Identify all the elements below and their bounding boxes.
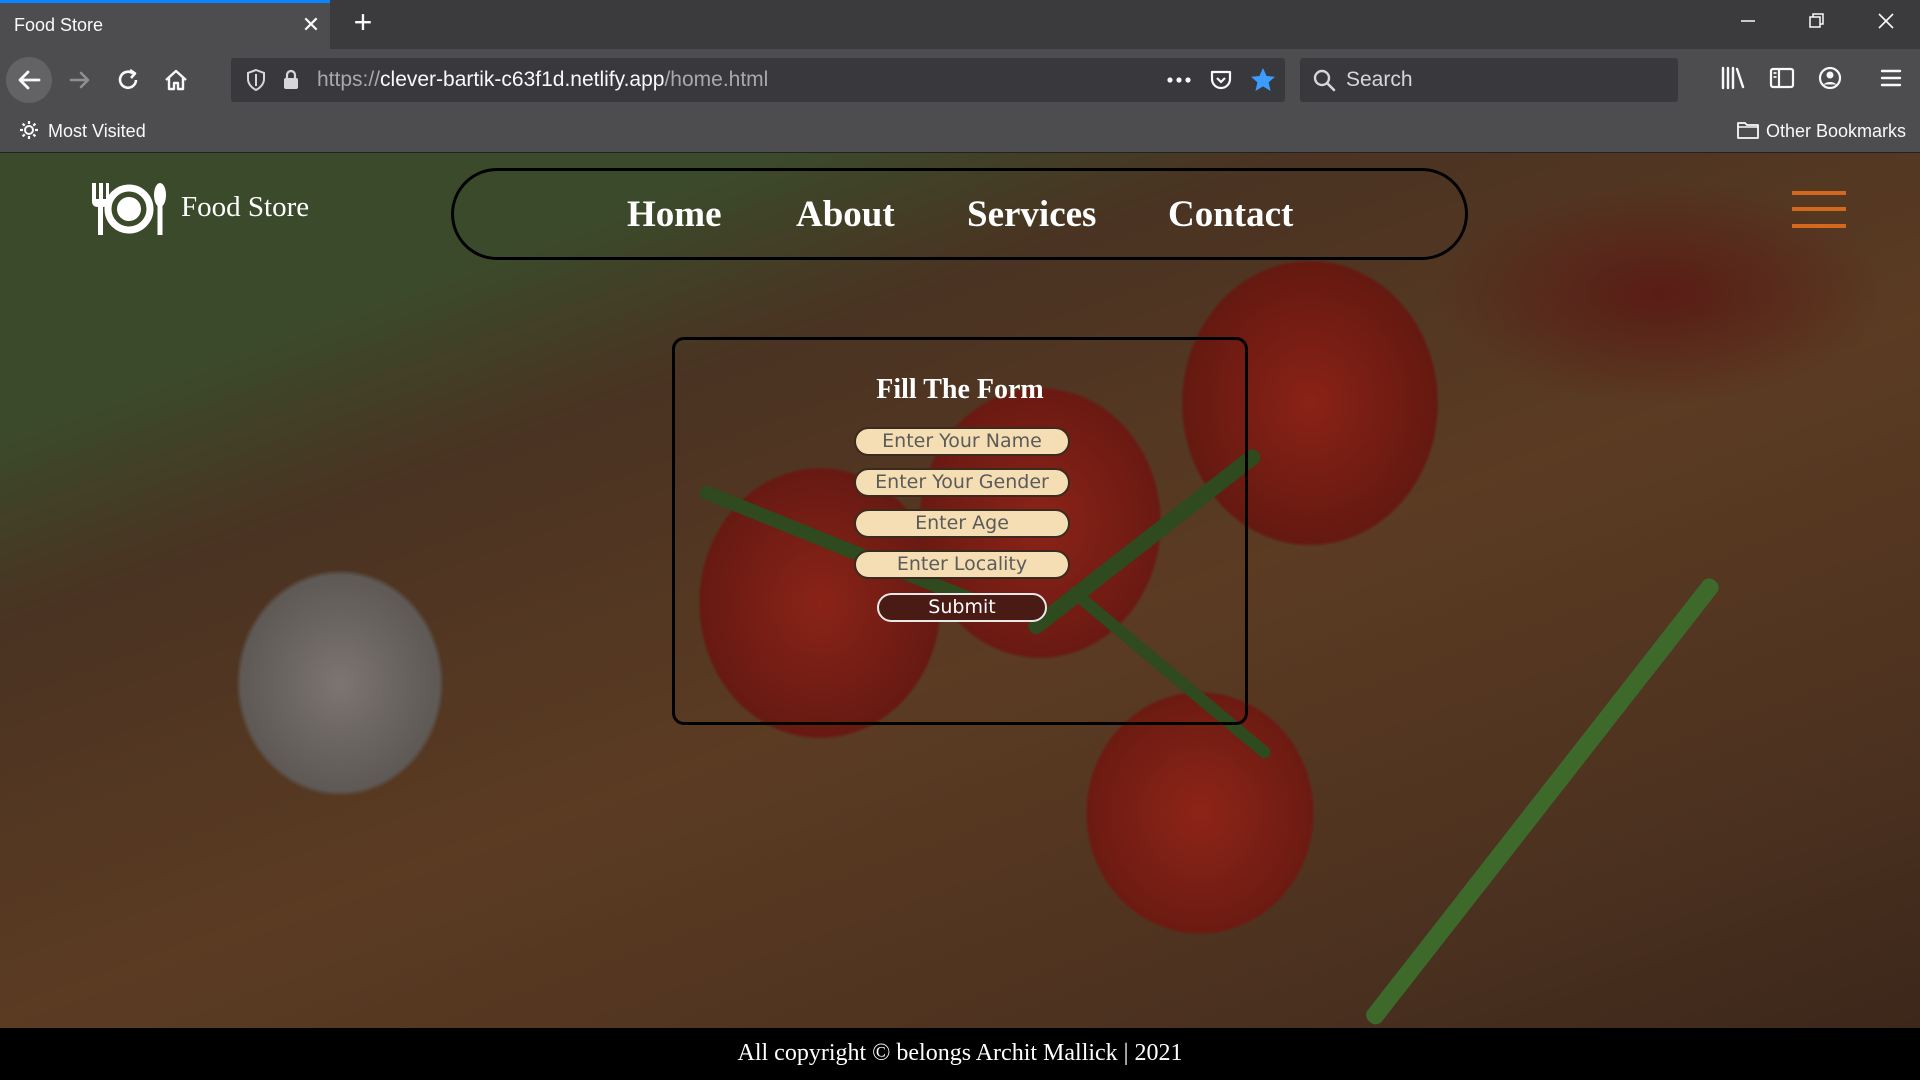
reload-icon[interactable]: [109, 61, 147, 99]
submit-button[interactable]: Submit: [877, 593, 1047, 622]
plate-cutlery-logo-icon: [92, 183, 166, 235]
close-window-icon[interactable]: [1856, 0, 1916, 49]
nav-services[interactable]: Services: [967, 193, 1096, 236]
bookmark-most-visited[interactable]: Most Visited: [18, 119, 146, 142]
bookmark-most-visited-label: Most Visited: [48, 121, 146, 141]
account-icon[interactable]: [1811, 61, 1849, 99]
gear-icon: [20, 121, 38, 139]
age-input[interactable]: Enter Age: [854, 509, 1070, 538]
lock-icon[interactable]: [281, 68, 301, 92]
library-icon[interactable]: [1714, 61, 1752, 99]
more-actions-icon[interactable]: [1165, 70, 1193, 90]
nav-home[interactable]: Home: [627, 193, 722, 236]
brand-name[interactable]: Food Store: [181, 191, 309, 224]
search-input[interactable]: Search: [1300, 58, 1678, 102]
gender-input[interactable]: Enter Your Gender: [854, 468, 1070, 497]
browser-toolbar: https://clever-bartik-c63f1d.netlify.app…: [0, 49, 1920, 111]
sidebar-icon[interactable]: [1763, 61, 1801, 99]
tab-title: Food Store: [14, 15, 104, 35]
url-bar[interactable]: https://clever-bartik-c63f1d.netlify.app…: [231, 58, 1285, 102]
home-icon[interactable]: [157, 61, 195, 99]
name-input[interactable]: Enter Your Name: [854, 427, 1070, 456]
back-button[interactable]: [6, 57, 52, 103]
contact-form: Fill The Form Enter Your Name Enter Your…: [672, 337, 1248, 725]
tab-close-icon[interactable]: ✕: [296, 11, 326, 41]
minimize-icon[interactable]: [1718, 0, 1778, 49]
browser-tab-bar: Food Store ✕ +: [0, 0, 1920, 49]
pocket-icon[interactable]: [1208, 67, 1234, 93]
copyright-text: All copyright © belongs Archit Mallick |…: [737, 1040, 1183, 1066]
nav-contact[interactable]: Contact: [1168, 193, 1293, 236]
restore-icon[interactable]: [1786, 0, 1846, 49]
bookmark-star-icon[interactable]: [1248, 65, 1278, 95]
bookmark-other[interactable]: Other Bookmarks: [1736, 119, 1906, 142]
back-arrow-icon: [18, 70, 41, 90]
search-icon: [1313, 69, 1336, 92]
main-nav: Home About Services Contact: [451, 168, 1468, 260]
plant-stem: [1362, 575, 1722, 1028]
bookmarks-toolbar: Most Visited Other Bookmarks: [0, 111, 1920, 153]
form-title: Fill The Form: [876, 374, 1044, 405]
locality-input[interactable]: Enter Locality: [854, 550, 1070, 579]
shield-icon[interactable]: [243, 67, 269, 93]
search-placeholder: Search: [1346, 68, 1413, 91]
nav-about[interactable]: About: [796, 193, 895, 236]
forward-icon[interactable]: [61, 61, 99, 99]
folder-icon: [1737, 122, 1759, 139]
page-background: Food Store Home About Services Contact F…: [0, 153, 1920, 1028]
new-tab-icon[interactable]: +: [346, 6, 380, 40]
footer: All copyright © belongs Archit Mallick |…: [0, 1028, 1920, 1080]
app-menu-icon[interactable]: [1872, 61, 1910, 99]
bookmark-other-label: Other Bookmarks: [1765, 121, 1906, 141]
hamburger-menu-icon[interactable]: [1792, 191, 1846, 229]
browser-tab[interactable]: Food Store ✕: [0, 0, 330, 49]
url-text[interactable]: https://clever-bartik-c63f1d.netlify.app…: [317, 68, 768, 92]
